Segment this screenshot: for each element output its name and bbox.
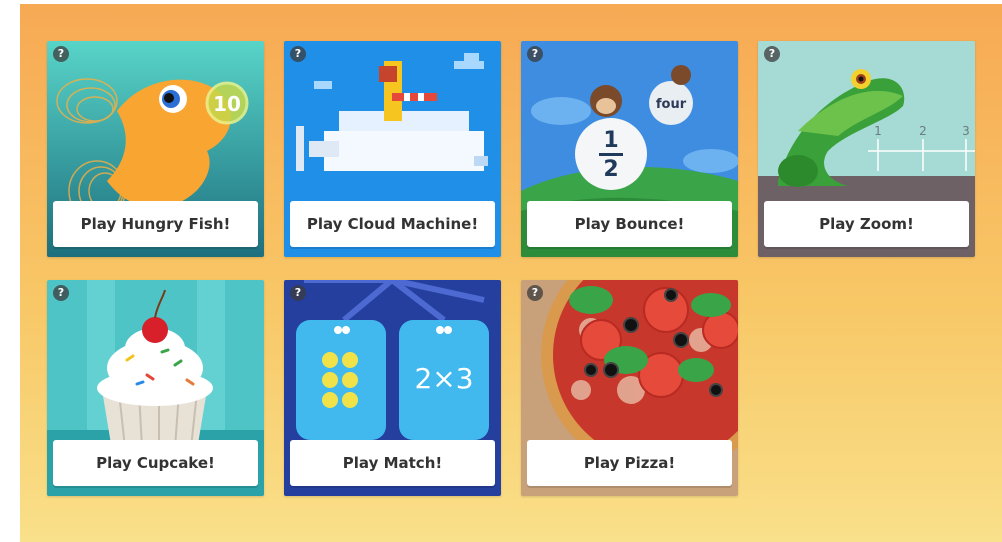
fraction-denominator: 2 [603,157,618,182]
help-icon[interactable]: ? [290,46,306,62]
help-icon[interactable]: ? [527,285,543,301]
fraction-numerator: 1 [603,128,618,153]
play-cloud-machine-button[interactable]: Play Cloud Machine! [290,201,495,247]
play-bounce-button[interactable]: Play Bounce! [527,201,732,247]
zoom-tick-1: 1 [874,124,882,138]
game-card-cloud-machine[interactable]: ? Play Cloud Machine! [284,41,501,257]
zoom-tick-2: 2 [919,124,927,138]
game-card-zoom[interactable]: 1 2 3 ? Play Zoom! [758,41,975,257]
help-icon[interactable]: ? [53,46,69,62]
game-card-match[interactable]: 2×3 ? Play Match! [284,280,501,496]
game-card-cupcake[interactable]: ? Play Cupcake! [47,280,264,496]
play-zoom-button[interactable]: Play Zoom! [764,201,969,247]
play-hungry-fish-button[interactable]: Play Hungry Fish! [53,201,258,247]
help-icon[interactable]: ? [527,46,543,62]
help-icon[interactable]: ? [53,285,69,301]
game-card-pizza[interactable]: ? Play Pizza! [521,280,738,496]
game-card-hungry-fish[interactable]: 10 ? Play Hungry Fish! [47,41,264,257]
bounce-word-ball: four [656,97,687,112]
games-panel: 10 ? Play Hungry Fish! ? Play Cloud Mach… [20,4,1002,542]
help-icon[interactable]: ? [290,285,306,301]
help-icon[interactable]: ? [764,46,780,62]
fish-bubble-number: 10 [213,92,241,116]
play-pizza-button[interactable]: Play Pizza! [527,440,732,486]
play-match-button[interactable]: Play Match! [290,440,495,486]
play-cupcake-button[interactable]: Play Cupcake! [53,440,258,486]
match-expression: 2×3 [414,362,473,395]
zoom-tick-3: 3 [962,124,970,138]
game-card-bounce[interactable]: four 1 2 ? Play Bounce! [521,41,738,257]
